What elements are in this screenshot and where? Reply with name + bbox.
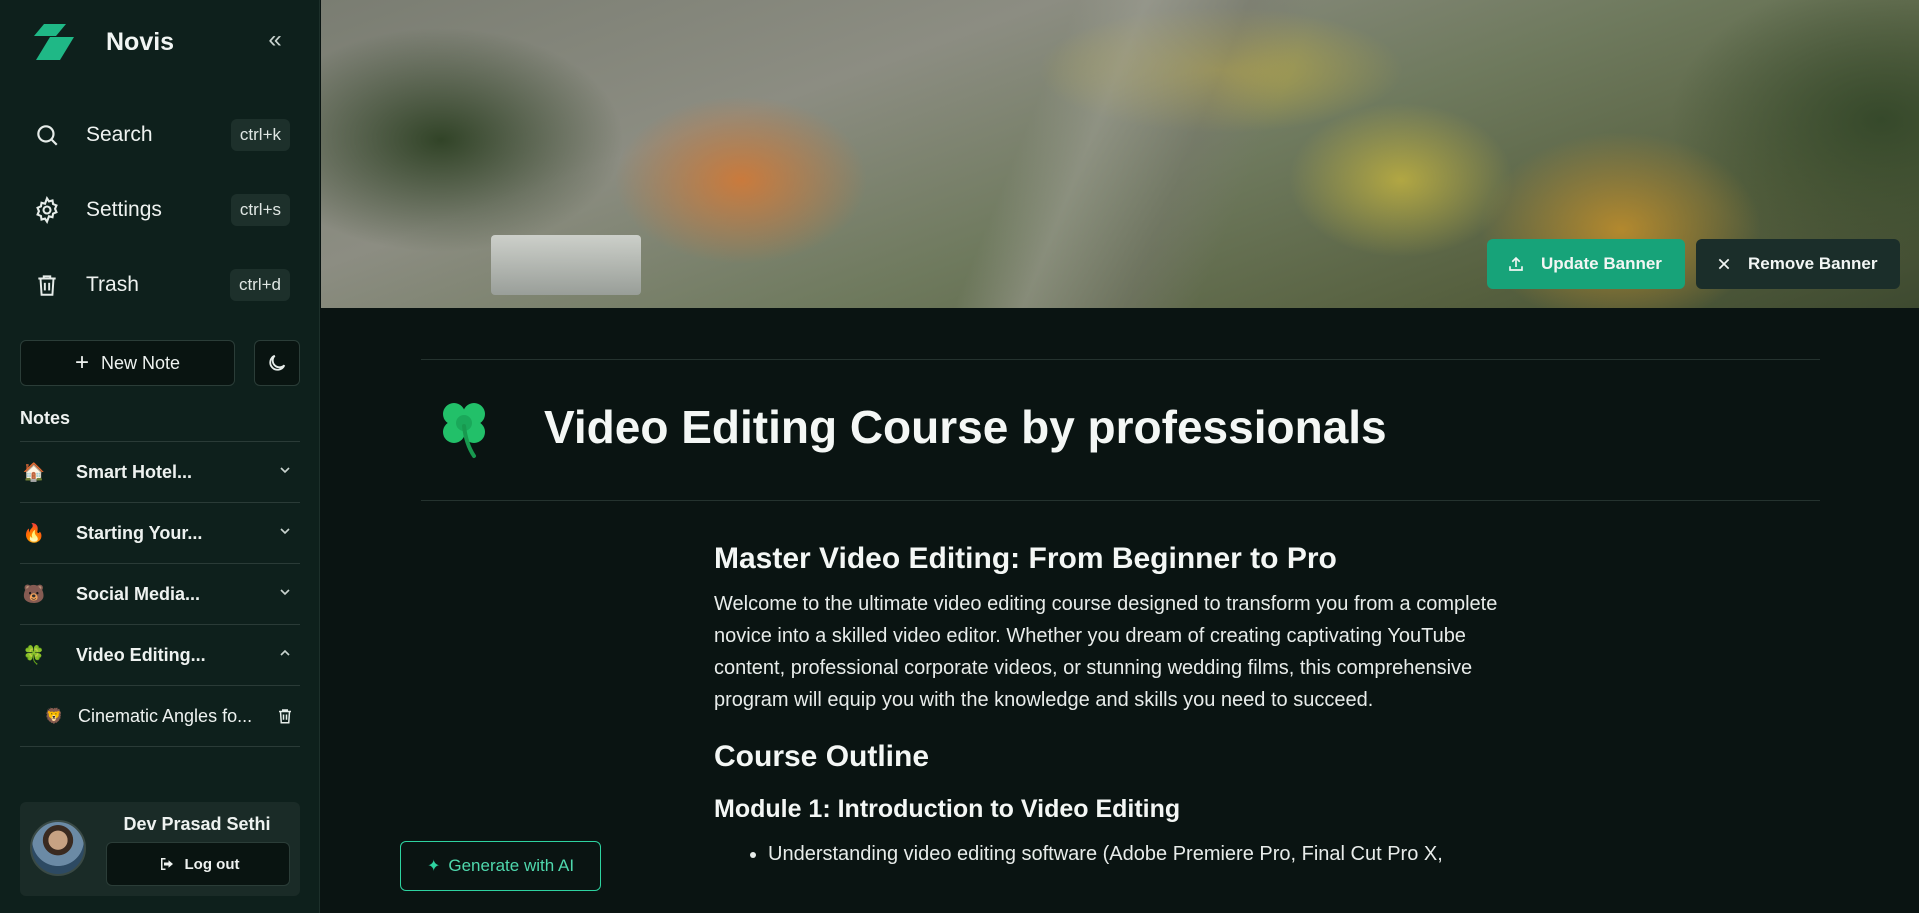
remove-banner-label: Remove Banner (1748, 254, 1878, 273)
brand[interactable]: Novis (30, 24, 174, 60)
note-emoji: 🦁 (44, 708, 64, 725)
user-name: Dev Prasad Sethi (123, 814, 271, 834)
sidebar-settings[interactable]: Settings ctrl+s (20, 182, 290, 238)
clover-icon[interactable] (436, 396, 492, 460)
outline-heading: Course Outline (714, 740, 930, 773)
note-label: Starting Your... (76, 522, 203, 543)
cover-banner-image: Update Banner Remove Banner (321, 0, 1919, 308)
trash-shortcut: ctrl+d (229, 269, 290, 301)
moon-icon (269, 354, 286, 371)
note-emoji: 🏠 (22, 461, 46, 482)
app-name: Novis (106, 27, 175, 56)
module-list: Understanding video editing software (Ad… (714, 838, 1534, 870)
collapse-sidebar-icon[interactable]: « (262, 28, 288, 54)
notes-heading: Notes (20, 408, 71, 428)
theme-toggle-button[interactable] (254, 340, 300, 386)
generate-with-ai-button[interactable]: ✦ Generate with AI (400, 841, 601, 891)
note-emoji: 🐻 (22, 583, 46, 604)
chevron-down-icon[interactable] (270, 523, 300, 544)
logout-icon (160, 858, 173, 870)
sidebar-search[interactable]: Search ctrl+k (20, 107, 290, 163)
note-label: Cinematic Angles fo... (78, 705, 253, 726)
novis-logo-icon (34, 24, 74, 60)
update-banner-label: Update Banner (1541, 254, 1662, 273)
doc-heading: Master Video Editing: From Beginner to P… (714, 542, 1337, 575)
logout-button[interactable]: Log out (106, 842, 290, 886)
note-item[interactable]: 🏠 Smart Hotel... (20, 441, 300, 502)
search-icon (20, 122, 74, 148)
banner-building (491, 235, 641, 295)
notes-list: 🏠 Smart Hotel... 🔥 Starting Your... 🐻 So… (20, 441, 300, 747)
sidebar-trash[interactable]: Trash ctrl+d (20, 257, 290, 313)
trash-icon (20, 271, 74, 299)
settings-shortcut: ctrl+s (230, 194, 290, 226)
sparkle-icon: ✦ (426, 858, 441, 875)
generate-ai-label: Generate with AI (448, 856, 575, 875)
note-item[interactable]: 🐻 Social Media... (20, 563, 300, 624)
search-shortcut: ctrl+k (230, 119, 290, 151)
note-item[interactable]: 🔥 Starting Your... (20, 502, 300, 563)
gear-icon (20, 196, 74, 224)
chevron-down-icon[interactable] (270, 584, 300, 605)
child-note-item[interactable]: 🦁 Cinematic Angles fo... (20, 685, 300, 746)
editor-content[interactable]: Master Video Editing: From Beginner to P… (714, 540, 1534, 870)
note-label: Video Editing... (76, 644, 206, 665)
upload-icon (1507, 255, 1525, 273)
plus-icon: + (74, 349, 89, 376)
page-title[interactable]: Video Editing Course by professionals (544, 400, 1387, 454)
close-icon (1716, 256, 1732, 272)
sidebar: Novis « Search ctrl+k Settings ctrl+s Tr… (0, 0, 320, 913)
trash-label: Trash (86, 273, 139, 296)
note-label: Smart Hotel... (76, 461, 193, 482)
note-item-active[interactable]: 🍀 Video Editing... (20, 624, 300, 685)
note-emoji: 🍀 (22, 644, 46, 665)
doc-intro-paragraph: Welcome to the ultimate video editing co… (714, 593, 1498, 711)
logout-label: Log out (184, 855, 240, 873)
list-item: Understanding video editing software (Ad… (768, 838, 1534, 870)
new-note-button[interactable]: + New Note (20, 340, 235, 386)
settings-label: Settings (86, 198, 162, 221)
divider (421, 500, 1820, 501)
update-banner-button[interactable]: Update Banner (1487, 239, 1685, 289)
new-note-label: New Note (100, 352, 181, 373)
search-label: Search (86, 123, 153, 146)
avatar[interactable] (30, 820, 86, 876)
divider (20, 746, 300, 747)
note-emoji: 🔥 (22, 522, 46, 543)
module-heading: Module 1: Introduction to Video Editing (714, 795, 1181, 823)
banner-ridge (837, 0, 1405, 308)
note-label: Social Media... (76, 583, 201, 604)
user-card: Dev Prasad Sethi Log out (20, 802, 300, 896)
delete-note-icon[interactable] (270, 706, 300, 726)
chevron-up-icon[interactable] (270, 645, 300, 666)
remove-banner-button[interactable]: Remove Banner (1696, 239, 1900, 289)
chevron-down-icon[interactable] (270, 462, 300, 483)
divider (421, 359, 1820, 360)
